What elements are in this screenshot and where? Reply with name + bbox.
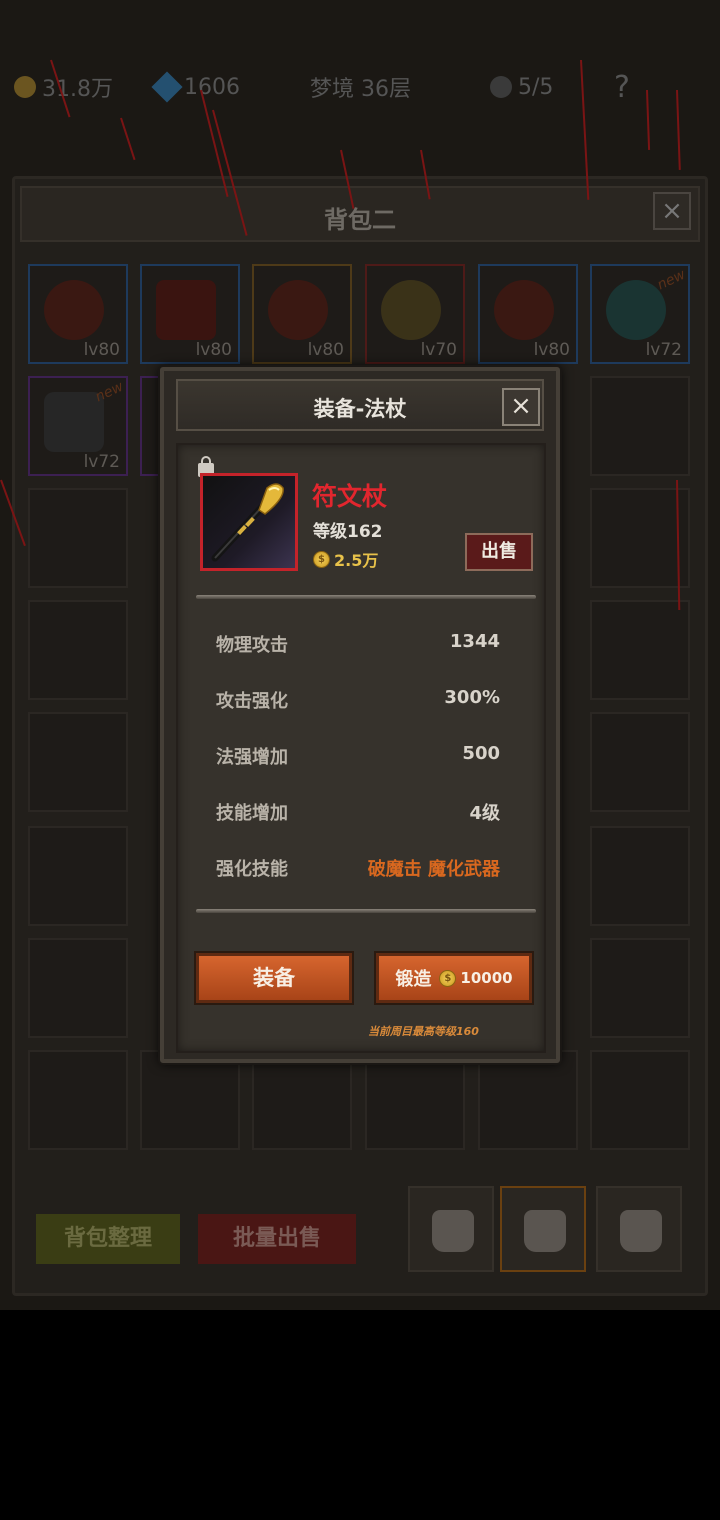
inventory-slot[interactable]: lv80	[478, 264, 578, 364]
slot-level: lv80	[195, 340, 232, 360]
modal-header: 装备-法杖	[176, 379, 544, 431]
gem-counter: 1606	[151, 71, 240, 103]
forge-label: 锻造	[395, 969, 432, 990]
inventory-slot[interactable]	[590, 1050, 690, 1150]
gold-coin-icon	[14, 76, 36, 98]
stat-label: 攻击强化	[216, 691, 288, 712]
inventory-slot[interactable]: lv70	[365, 264, 465, 364]
close-icon: ×	[510, 391, 532, 421]
forge-cost: 10000	[460, 969, 513, 987]
bag-close-button[interactable]: ×	[653, 192, 691, 230]
shield-icon	[156, 280, 216, 340]
new-tag: new	[655, 266, 689, 294]
max-level-note: 当前周目最高等级160	[368, 1025, 479, 1038]
help-icon: ?	[614, 69, 630, 105]
divider	[196, 909, 536, 913]
staff-icon	[211, 483, 284, 562]
bag-title-bar: 背包二	[20, 186, 700, 242]
stage-label: 梦境 36层	[310, 72, 411, 102]
inventory-slot[interactable]: lv80	[28, 264, 128, 364]
stage-text: 梦境 36层	[310, 77, 411, 102]
inventory-slot[interactable]: lv80	[252, 264, 352, 364]
armor-icon	[44, 392, 104, 452]
item-level: 等级162	[313, 522, 383, 542]
bag-tab-2[interactable]	[500, 1186, 586, 1272]
inventory-slot[interactable]: new lv72	[590, 264, 690, 364]
stat-value: 1344	[449, 631, 500, 652]
sort-bag-button[interactable]: 背包整理	[36, 1214, 180, 1264]
gold-value: 31.8万	[42, 77, 113, 102]
rain-effect	[120, 117, 136, 161]
gem-icon	[151, 71, 183, 103]
stat-label: 法强增加	[216, 747, 288, 768]
forge-button[interactable]: 锻造 $ 10000	[376, 953, 532, 1003]
backpack-icon	[524, 1210, 566, 1252]
stat-value: 500	[462, 743, 500, 764]
inventory-slot[interactable]	[590, 826, 690, 926]
slot-level: lv70	[420, 340, 457, 360]
amulet-icon	[381, 280, 441, 340]
slot-level: lv80	[83, 340, 120, 360]
stat-value: 4级	[469, 803, 500, 824]
slot-level: lv72	[83, 452, 120, 472]
inventory-slot[interactable]	[252, 1050, 352, 1150]
item-portrait	[200, 473, 298, 571]
inventory-slot[interactable]: lv80	[140, 264, 240, 364]
inventory-slot[interactable]	[365, 1050, 465, 1150]
mace-icon	[494, 280, 554, 340]
item-price: $ 2.5万	[313, 547, 378, 571]
slot-level: lv80	[533, 340, 570, 360]
inventory-slot[interactable]	[478, 1050, 578, 1150]
bag-tab-3[interactable]	[596, 1186, 682, 1272]
stat-value: 300%	[444, 687, 500, 708]
energy-icon	[490, 76, 512, 98]
inventory-slot[interactable]	[590, 488, 690, 588]
modal-body: 符文杖 等级162 $ 2.5万 出售 物理攻击 1344 攻击强化 300% …	[176, 443, 546, 1053]
energy-counter: 5/5	[490, 72, 553, 102]
item-name: 符文杖	[312, 482, 388, 511]
skill-value: 破魔击 魔化武器	[367, 859, 500, 880]
inventory-slot[interactable]	[590, 712, 690, 812]
stat-label: 物理攻击	[216, 635, 288, 656]
item-price-value: 2.5万	[334, 551, 379, 570]
inventory-slot[interactable]	[590, 938, 690, 1038]
inventory-slot[interactable]	[28, 826, 128, 926]
inventory-slot[interactable]	[590, 376, 690, 476]
new-tag: new	[93, 378, 127, 406]
slot-level: lv80	[307, 340, 344, 360]
inventory-slot[interactable]	[28, 600, 128, 700]
bag-tab-1[interactable]	[408, 1186, 494, 1272]
inventory-slot[interactable]	[28, 938, 128, 1038]
gold-coin-icon: $	[313, 550, 330, 568]
equipment-modal: 装备-法杖 × 符文杖 等级162 $ 2.5万 出售 物理攻击 1344 攻击…	[160, 367, 560, 1063]
inventory-slot[interactable]	[28, 712, 128, 812]
sell-button[interactable]: 出售	[465, 533, 533, 571]
inventory-slot[interactable]	[590, 600, 690, 700]
energy-value: 5/5	[518, 74, 554, 100]
backpack-icon	[432, 1210, 474, 1252]
inventory-slot[interactable]: new lv72	[28, 376, 128, 476]
modal-title: 装备-法杖	[313, 397, 407, 421]
slot-level: lv72	[645, 340, 682, 360]
mace-icon	[44, 280, 104, 340]
divider	[196, 595, 536, 599]
gem-value: 1606	[184, 74, 240, 100]
inventory-slot[interactable]	[140, 1050, 240, 1150]
gold-coin-icon: $	[439, 969, 457, 987]
orb-icon	[606, 280, 666, 340]
stat-label: 技能增加	[216, 803, 288, 824]
inventory-slot[interactable]	[28, 488, 128, 588]
help-button[interactable]: ?	[614, 69, 630, 105]
top-hud: 31.8万 1606 梦境 36层 5/5 ?	[0, 60, 720, 120]
close-icon: ×	[661, 196, 683, 226]
equip-button[interactable]: 装备	[196, 953, 352, 1003]
bag-title: 背包二	[324, 206, 396, 234]
stat-label: 强化技能	[216, 859, 288, 880]
inventory-slot[interactable]	[28, 1050, 128, 1150]
batch-sell-button[interactable]: 批量出售	[198, 1214, 356, 1264]
mace-icon	[268, 280, 328, 340]
modal-close-button[interactable]: ×	[502, 388, 540, 426]
backpack-icon	[620, 1210, 662, 1252]
